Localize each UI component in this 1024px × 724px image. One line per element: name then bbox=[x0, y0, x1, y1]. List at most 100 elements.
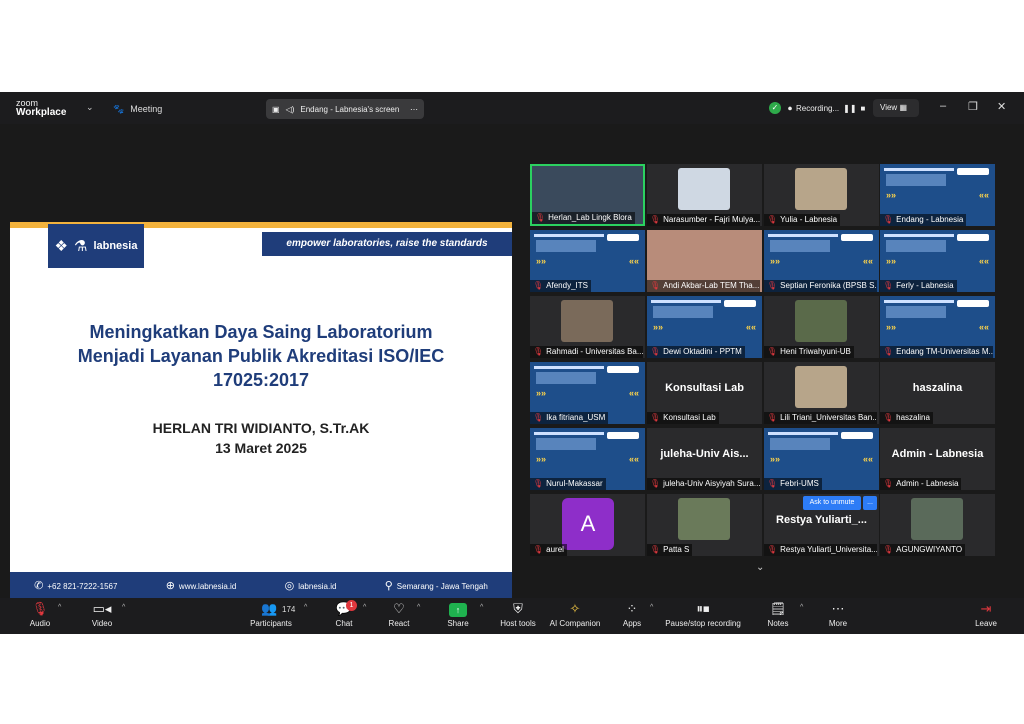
view-button[interactable]: View ▦ bbox=[873, 99, 919, 117]
tile-more-button[interactable]: ... bbox=[863, 496, 877, 510]
notes-label: Notes bbox=[767, 619, 789, 628]
participant-tile[interactable]: juleha-Univ Ais... 🎙 juleha-Univ Aisyiyah … bbox=[647, 428, 762, 490]
participant-tile[interactable]: »» «« 🎙 Endang TM-Universitas M... bbox=[880, 296, 995, 358]
participant-display-name: Restya Yuliarti_... bbox=[776, 514, 867, 526]
participant-tile[interactable]: »» «« 🎙 Septian Feronika (BPSB S... bbox=[764, 230, 879, 292]
participant-name: Febri-UMS bbox=[780, 479, 819, 488]
mic-muted-icon: 🎙 bbox=[767, 215, 778, 224]
ask-to-unmute-button[interactable]: Ask to unmute bbox=[803, 496, 861, 510]
participant-name: juleha-Univ Aisyiyah Sura... bbox=[663, 479, 760, 488]
participant-name: Narasumber - Fajri Mulya... bbox=[663, 215, 760, 224]
participant-name: Endang TM-Universitas M... bbox=[896, 347, 993, 356]
participant-name-label: 🎙 Restya Yuliarti_Universita... bbox=[764, 544, 877, 556]
react-button[interactable]: ♡ React bbox=[385, 600, 413, 630]
heart-icon: ♡ bbox=[393, 601, 405, 616]
participant-tile[interactable]: 🎙 Andi Akbar-Lab TEM Tha... bbox=[647, 230, 762, 292]
pause-recording-button[interactable]: ⏸⏹ Pause/stop recording bbox=[662, 600, 744, 630]
slide-thumbnail-part bbox=[768, 432, 838, 435]
pause-icon[interactable]: ❚❚ bbox=[843, 104, 856, 114]
participant-tile[interactable]: »» «« 🎙 Afendy_ITS bbox=[530, 230, 645, 292]
restore-icon[interactable]: ❐ bbox=[968, 100, 978, 113]
slide-thumbnail-part bbox=[607, 366, 639, 373]
video-options-icon[interactable]: ^ bbox=[122, 604, 125, 611]
logo-label: labnesia bbox=[93, 240, 138, 252]
audio-options-icon[interactable]: ^ bbox=[58, 604, 61, 611]
view-label: View bbox=[880, 103, 898, 112]
share-label: Share bbox=[447, 619, 469, 628]
minimize-icon[interactable]: – bbox=[940, 100, 946, 112]
host-tools-button[interactable]: ⛨ Host tools bbox=[498, 600, 538, 630]
slide-thumbnail-part bbox=[536, 240, 596, 252]
screen-share-indicator[interactable]: ▣ ◁) Endang - Labnesia's screen ⋯ bbox=[266, 99, 424, 119]
meeting-info-button[interactable]: 🐾 Meeting bbox=[113, 104, 162, 115]
top-bar: zoom Workplace ⌄ 🐾 Meeting ▣ ◁) Endang - … bbox=[0, 92, 1024, 124]
participant-tile[interactable]: 🎙 Heni Triwahyuni-UB bbox=[764, 296, 879, 358]
participant-tile[interactable]: »» «« 🎙 Dewi Oktadini - PPTM bbox=[647, 296, 762, 358]
slide-thumbnail-part bbox=[884, 300, 954, 303]
recording-status[interactable]: ⏺ Recording... ❚❚ ■ bbox=[788, 104, 865, 114]
dropdown-chevron-icon[interactable]: ⌄ bbox=[86, 102, 94, 113]
participant-tile[interactable]: haszalina 🎙 haszalina bbox=[880, 362, 995, 424]
chevron-down-icon[interactable]: ⌄ bbox=[756, 562, 764, 573]
slide-thumbnail-part bbox=[957, 234, 989, 241]
react-options-icon[interactable]: ^ bbox=[417, 604, 420, 611]
participant-tile[interactable]: Admin - Labnesia 🎙 Admin - Labnesia bbox=[880, 428, 995, 490]
video-button[interactable]: ▭◂ Video bbox=[88, 600, 116, 630]
zoom-meeting-window: zoom Workplace ⌄ 🐾 Meeting ▣ ◁) Endang - … bbox=[0, 92, 1024, 634]
participant-tile[interactable]: »» «« 🎙 Ika fitriana_USM bbox=[530, 362, 645, 424]
participant-tile[interactable]: »» «« 🎙 Ferly - Labnesia bbox=[880, 230, 995, 292]
slide-thumbnail-part bbox=[651, 300, 721, 303]
more-button[interactable]: ⋯ More bbox=[824, 600, 852, 630]
participant-tile[interactable]: »» «« 🎙 Febri-UMS bbox=[764, 428, 879, 490]
title-line-2: Menjadi Layanan Publik Akreditasi ISO/IE… bbox=[77, 346, 445, 366]
share-options-icon[interactable]: ^ bbox=[480, 604, 483, 611]
participant-tile[interactable]: 🎙 Narasumber - Fajri Mulya... bbox=[647, 164, 762, 226]
ai-companion-button[interactable]: ✧ AI Companion bbox=[548, 600, 602, 630]
participants-options-icon[interactable]: ^ bbox=[304, 604, 307, 611]
participant-tile[interactable]: 🎙 Herlan_Lab Lingk Blora bbox=[530, 164, 645, 226]
participant-name: Konsultasi Lab bbox=[663, 413, 716, 422]
chevrons-icon: «« bbox=[978, 322, 989, 332]
participant-tile[interactable]: »» «« 🎙 Endang - Labnesia bbox=[880, 164, 995, 226]
participant-tile[interactable]: 🎙 Lili Triani_Universitas Ban... bbox=[764, 362, 879, 424]
participant-tile[interactable]: 🎙 Rahmadi - Universitas Ba... bbox=[530, 296, 645, 358]
chevrons-icon: »» bbox=[536, 388, 547, 398]
participant-tile[interactable]: Konsultasi Lab 🎙 Konsultasi Lab bbox=[647, 362, 762, 424]
share-button[interactable]: ↑ Share bbox=[444, 600, 472, 630]
pause-icon: ⏸⏹ bbox=[696, 601, 710, 616]
close-icon[interactable]: ✕ bbox=[997, 100, 1006, 113]
share-options-icon[interactable]: ⋯ bbox=[410, 105, 418, 114]
emblem-icon: ❖ bbox=[54, 238, 68, 255]
camera-icon: ▭◂ bbox=[92, 601, 112, 616]
mic-muted-icon: 🎙 bbox=[650, 479, 661, 488]
apps-options-icon[interactable]: ^ bbox=[650, 604, 653, 611]
notes-options-icon[interactable]: ^ bbox=[800, 604, 803, 611]
participant-name-label: 🎙 Narasumber - Fajri Mulya... bbox=[647, 214, 760, 226]
participant-name: Dewi Oktadini - PPTM bbox=[663, 347, 742, 356]
chevrons-icon: »» bbox=[653, 322, 664, 332]
shield-icon[interactable]: ✓ bbox=[769, 102, 781, 114]
participant-video bbox=[561, 300, 613, 342]
participant-name: Herlan_Lab Lingk Blora bbox=[548, 213, 632, 222]
mic-muted-icon: 🎙 bbox=[767, 479, 778, 488]
leave-button[interactable]: ⇥ Leave bbox=[972, 600, 1000, 630]
participant-tile[interactable]: A 🎙 aurel bbox=[530, 494, 645, 556]
participant-tile[interactable]: 🎙 AGUNGWIYANTO bbox=[880, 494, 995, 556]
stop-icon[interactable]: ■ bbox=[861, 104, 866, 114]
slide-thumbnail-part bbox=[886, 240, 946, 252]
participant-tile[interactable]: 🎙 Patta S bbox=[647, 494, 762, 556]
chat-options-icon[interactable]: ^ bbox=[363, 604, 366, 611]
participant-name: Andi Akbar-Lab TEM Tha... bbox=[663, 281, 760, 290]
apps-button[interactable]: ⁘ Apps bbox=[618, 600, 646, 630]
participant-name: Rahmadi - Universitas Ba... bbox=[546, 347, 643, 356]
participant-tile[interactable]: 🎙 Yulia - Labnesia bbox=[764, 164, 879, 226]
audio-button[interactable]: 🎙 Audio bbox=[26, 600, 54, 630]
participant-video bbox=[795, 300, 847, 342]
participant-tile[interactable]: »» «« 🎙 Nurul-Makassar bbox=[530, 428, 645, 490]
chat-unread-badge: 1 bbox=[346, 600, 357, 611]
notes-button[interactable]: 🗒 Notes bbox=[764, 600, 792, 630]
participant-display-name: Admin - Labnesia bbox=[891, 448, 984, 460]
footer-instagram: ◎ labnesia.id bbox=[285, 579, 337, 592]
participant-name-label: 🎙 Afendy_ITS bbox=[530, 280, 591, 292]
record-icon: ⏺ bbox=[788, 104, 792, 113]
